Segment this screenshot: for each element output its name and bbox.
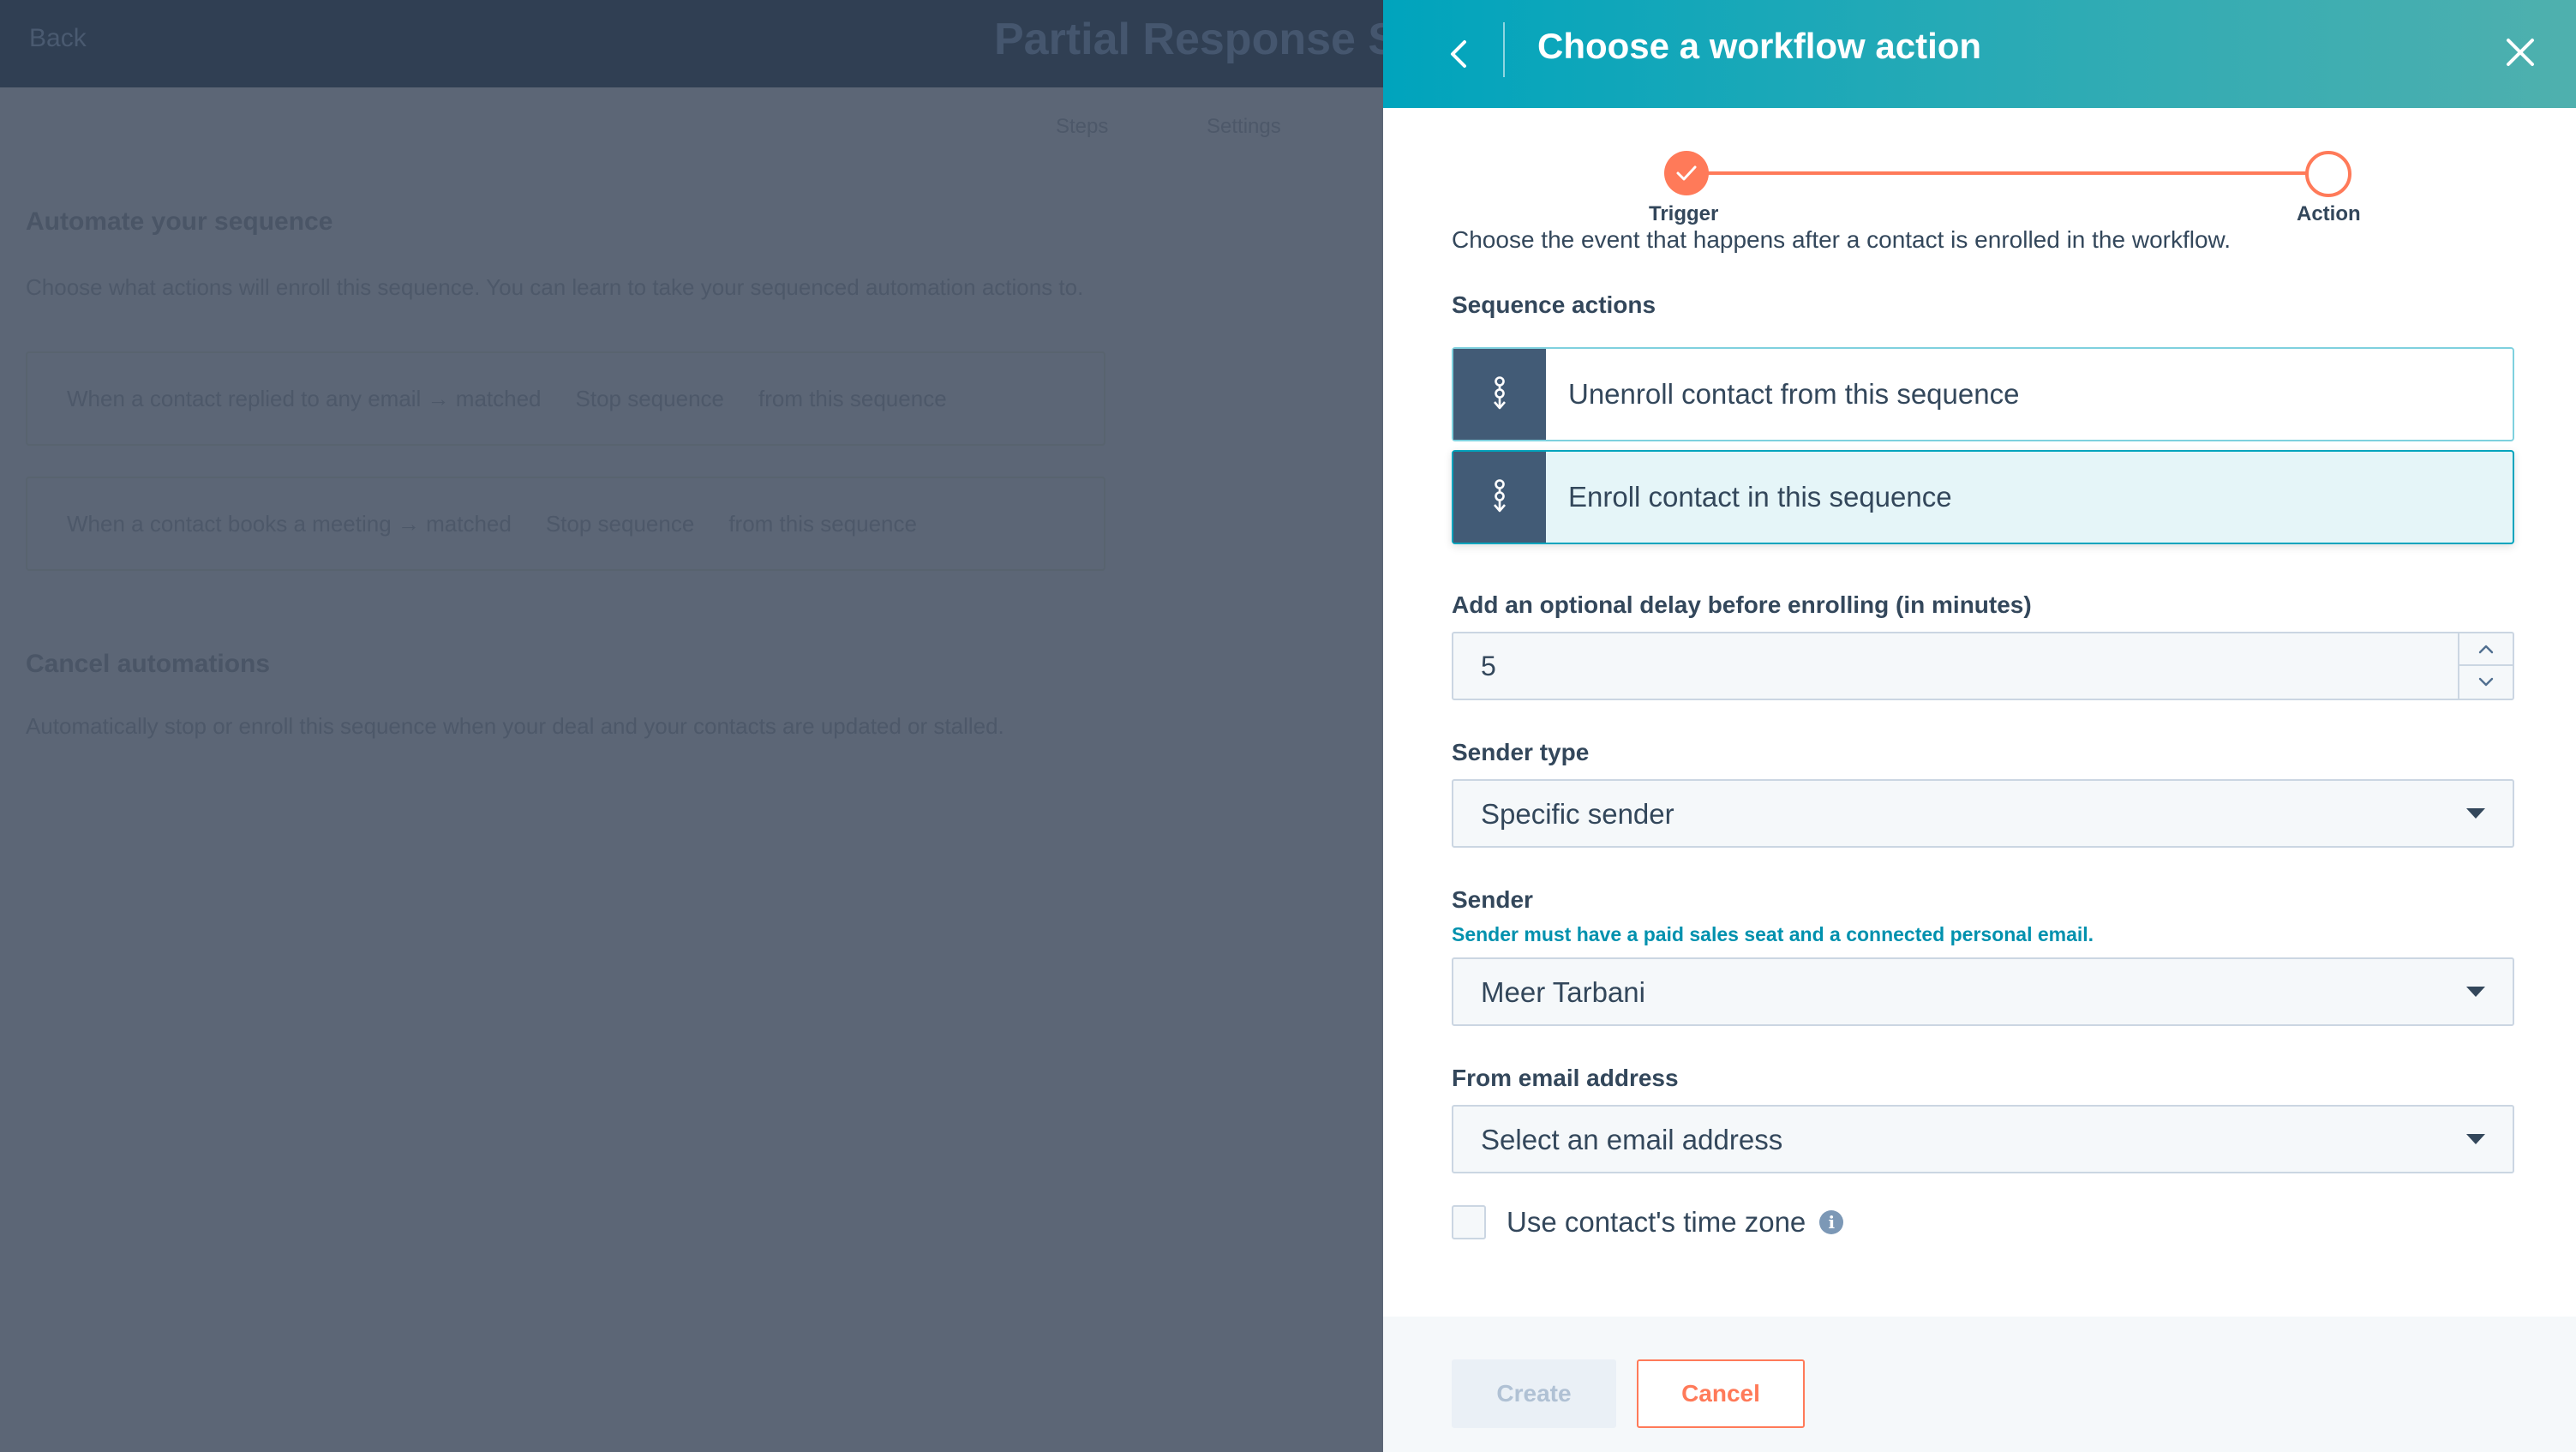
background-back-link: Back <box>29 24 87 52</box>
delay-input[interactable]: 5 <box>1452 632 2514 700</box>
sender-value: Meer Tarbani <box>1481 976 1645 1008</box>
timezone-checkbox[interactable] <box>1452 1205 1486 1239</box>
increment-button[interactable] <box>2459 633 2513 666</box>
background-row-action: Stop sequence <box>545 510 695 537</box>
background-title: Partial Response Seq <box>994 15 1450 64</box>
delay-label: Add an optional delay before enrolling (… <box>1452 591 2032 618</box>
chevron-down-icon <box>2478 677 2494 687</box>
background-automate-desc: Choose what actions will enroll this seq… <box>26 274 1084 300</box>
background-automation-row: When a contact replied to any email → ma… <box>26 351 1105 446</box>
background-automate-heading: Automate your sequence <box>26 207 333 236</box>
sequence-icon <box>1494 479 1506 513</box>
sequence-icon-box <box>1453 349 1546 440</box>
unenroll-action-card[interactable]: Unenroll contact from this sequence <box>1452 347 2514 441</box>
background-row-result: from this sequence <box>758 385 947 411</box>
from-email-label: From email address <box>1452 1065 1679 1091</box>
sender-label: Sender <box>1452 886 1533 913</box>
background-page: Back Partial Response Seq Steps Settings… <box>0 0 1450 1452</box>
close-icon <box>2507 39 2534 66</box>
sequence-icon-box <box>1453 452 1546 543</box>
step-label-action: Action <box>2297 202 2361 225</box>
decrement-button[interactable] <box>2459 666 2513 699</box>
cancel-button[interactable]: Cancel <box>1637 1359 1805 1428</box>
sequence-actions-label: Sequence actions <box>1452 291 1656 318</box>
panel-title: Choose a workflow action <box>1537 26 1982 66</box>
sender-type-value: Specific sender <box>1481 798 1674 830</box>
back-button[interactable] <box>1436 32 1481 76</box>
unenroll-action-label: Unenroll contact from this sequence <box>1568 378 2020 410</box>
enroll-action-card[interactable]: Enroll contact in this sequence <box>1452 450 2514 544</box>
close-button[interactable] <box>2499 31 2542 74</box>
chevron-up-icon <box>2478 645 2494 654</box>
progress-stepper: Trigger Action <box>1383 151 2576 237</box>
sender-select[interactable]: Meer Tarbani <box>1452 957 2514 1026</box>
background-cancel-heading: Cancel automations <box>26 650 271 678</box>
panel-footer: Create Cancel <box>1383 1317 2576 1452</box>
info-icon[interactable]: i <box>1819 1210 1844 1234</box>
create-button[interactable]: Create <box>1452 1359 1616 1428</box>
panel-header: Choose a workflow action <box>1383 0 2576 108</box>
from-email-placeholder: Select an email address <box>1481 1124 1783 1155</box>
delay-value: 5 <box>1481 651 1496 681</box>
header-divider <box>1503 22 1505 77</box>
step-trigger-complete <box>1664 151 1709 195</box>
enroll-action-label: Enroll contact in this sequence <box>1568 481 1952 513</box>
background-cancel-desc: Automatically stop or enroll this sequen… <box>26 713 1004 739</box>
delay-stepper <box>2458 633 2513 699</box>
checkmark-icon <box>1676 165 1697 181</box>
background-tab-settings: Settings <box>1207 115 1281 138</box>
background-header: Back Partial Response Seq <box>0 0 1450 87</box>
sequence-icon <box>1494 376 1506 410</box>
timezone-option: Use contact's time zone i <box>1452 1203 1844 1241</box>
panel-intro: Choose the event that happens after a co… <box>1452 226 2232 253</box>
background-row-result: from this sequence <box>728 510 917 537</box>
background-row-trigger: When a contact books a meeting → matched <box>67 510 512 537</box>
background-row-action: Stop sequence <box>575 385 724 411</box>
timezone-label[interactable]: Use contact's time zone <box>1507 1206 1806 1239</box>
caret-down-icon <box>2466 1134 2485 1144</box>
workflow-action-panel: Choose a workflow action Trigger Action … <box>1383 0 2576 1452</box>
sender-help-text: Sender must have a paid sales seat and a… <box>1452 923 2094 945</box>
chevron-left-icon <box>1451 40 1466 68</box>
caret-down-icon <box>2466 808 2485 819</box>
background-row-trigger: When a contact replied to any email → ma… <box>67 385 542 411</box>
background-automation-row: When a contact books a meeting → matched… <box>26 477 1105 571</box>
stepper-line <box>1685 171 2326 175</box>
step-label-trigger: Trigger <box>1649 202 1719 225</box>
caret-down-icon <box>2466 987 2485 997</box>
background-tab-steps: Steps <box>1056 115 1109 138</box>
sender-type-select[interactable]: Specific sender <box>1452 779 2514 848</box>
sender-type-label: Sender type <box>1452 739 1590 765</box>
step-action-current <box>2305 151 2351 197</box>
from-email-select[interactable]: Select an email address <box>1452 1105 2514 1173</box>
